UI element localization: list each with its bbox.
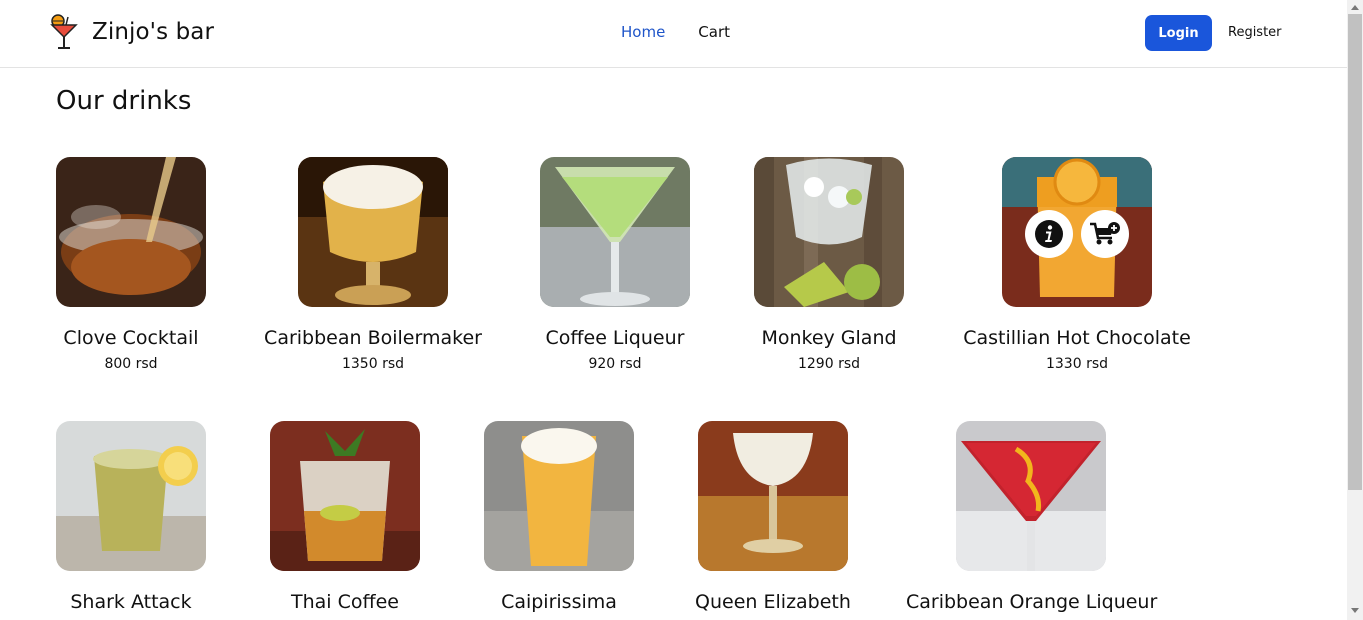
- drink-image[interactable]: [956, 421, 1106, 571]
- drink-name: Monkey Gland: [761, 327, 897, 349]
- drink-image[interactable]: [754, 157, 904, 307]
- nav-home-link[interactable]: Home: [621, 23, 665, 41]
- vertical-scrollbar[interactable]: [1347, 0, 1363, 620]
- drink-name: Shark Attack: [70, 591, 192, 613]
- drink-card[interactable]: Shark Attack: [16, 421, 246, 620]
- top-navbar: Zinjo's bar Home Cart Login Register: [0, 0, 1347, 68]
- drink-image[interactable]: [56, 421, 206, 571]
- drink-card[interactable]: Caipirissima: [444, 421, 674, 620]
- drink-image[interactable]: [270, 421, 420, 571]
- drink-name: Caipirissima: [501, 591, 617, 613]
- drink-card[interactable]: Caribbean Boilermaker 1350 rsd: [258, 157, 488, 387]
- add-to-cart-button[interactable]: [1081, 210, 1129, 258]
- drink-card[interactable]: Caribbean Orange Liqueur: [906, 421, 1158, 620]
- drink-image[interactable]: [1002, 157, 1152, 307]
- brand[interactable]: Zinjo's bar: [50, 14, 214, 50]
- drink-name: Clove Cocktail: [63, 327, 199, 349]
- drink-card[interactable]: Monkey Gland 1290 rsd: [714, 157, 944, 387]
- drink-name: Caribbean Orange Liqueur: [906, 591, 1158, 613]
- drink-image[interactable]: [298, 157, 448, 307]
- register-link[interactable]: Register: [1228, 25, 1282, 40]
- scrollbar-thumb[interactable]: [1348, 14, 1362, 490]
- drink-image[interactable]: [56, 157, 206, 307]
- scroll-up-arrow-icon[interactable]: [1351, 5, 1359, 10]
- drink-card[interactable]: Castillian Hot Chocolate 1330 rsd: [957, 157, 1197, 387]
- add-to-cart-icon: [1089, 221, 1121, 247]
- scroll-down-arrow-icon[interactable]: [1351, 608, 1359, 613]
- drink-name: Caribbean Boilermaker: [264, 327, 482, 349]
- drink-price: 1290 rsd: [797, 356, 860, 372]
- info-button[interactable]: [1025, 210, 1073, 258]
- nav-cart-link[interactable]: Cart: [698, 23, 730, 41]
- drink-card[interactable]: Coffee Liqueur 920 rsd: [500, 157, 730, 387]
- drink-image[interactable]: [698, 421, 848, 571]
- drink-image[interactable]: [484, 421, 634, 571]
- page-title: Our drinks: [56, 86, 192, 116]
- drink-price: 920 rsd: [588, 356, 642, 372]
- drink-card[interactable]: Thai Coffee: [230, 421, 460, 620]
- drink-card[interactable]: Queen Elizabeth: [658, 421, 888, 620]
- drink-price: 800 rsd: [104, 356, 158, 372]
- main-nav: Home Cart: [621, 23, 730, 41]
- drink-price: 1330 rsd: [1045, 356, 1108, 372]
- drink-card[interactable]: Clove Cocktail 800 rsd: [16, 157, 246, 387]
- login-button[interactable]: Login: [1145, 15, 1212, 51]
- info-icon: [1034, 219, 1064, 249]
- drink-price: 1350 rsd: [341, 356, 404, 372]
- brand-name: Zinjo's bar: [92, 19, 215, 45]
- drink-name: Thai Coffee: [291, 591, 399, 613]
- drink-name: Castillian Hot Chocolate: [963, 327, 1191, 349]
- drink-name: Coffee Liqueur: [545, 327, 685, 349]
- cocktail-glass-icon: [50, 14, 78, 50]
- drink-name: Queen Elizabeth: [695, 591, 851, 613]
- drink-image[interactable]: [540, 157, 690, 307]
